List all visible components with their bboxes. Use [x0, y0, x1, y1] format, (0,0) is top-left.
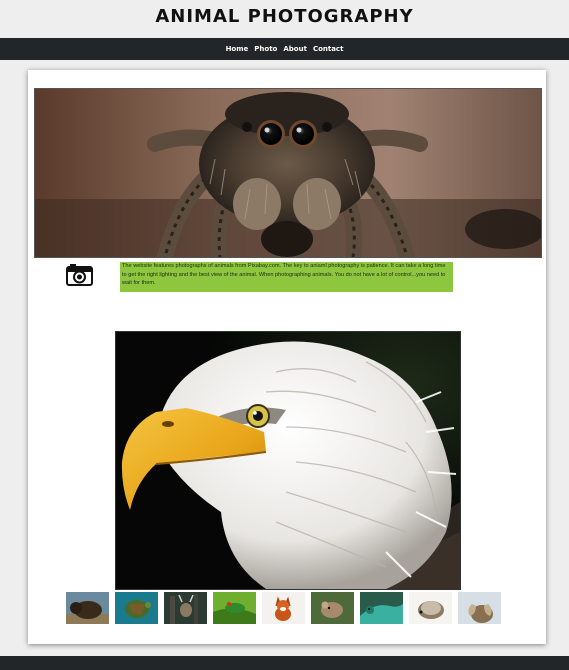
thumbnail-bison[interactable] [66, 592, 109, 624]
footer-bar [0, 656, 569, 670]
thumbnail-strip [66, 592, 507, 624]
nav-contact[interactable]: Contact [313, 45, 344, 53]
thumbnail-turtle[interactable] [115, 592, 158, 624]
thumbnail-ram[interactable] [458, 592, 501, 624]
thumbnail-mouse[interactable] [311, 592, 354, 624]
site-title: ANIMAL PHOTOGRAPHY [155, 6, 414, 27]
content-card: The website features photographs of anim… [28, 70, 546, 644]
thumbnail-hedgehog[interactable] [409, 592, 452, 624]
thumbnail-lizard[interactable] [360, 592, 403, 624]
featured-image-eagle [115, 331, 461, 590]
thumbnail-frog[interactable] [213, 592, 256, 624]
nav-about[interactable]: About [283, 45, 307, 53]
nav-home[interactable]: Home [226, 45, 249, 53]
thumbnail-deer[interactable] [164, 592, 207, 624]
thumbnail-fox[interactable] [262, 592, 305, 624]
hero-image-spider [34, 88, 542, 258]
intro-description: The website features photographs of anim… [120, 262, 453, 292]
camera-icon [66, 263, 93, 286]
nav-photo[interactable]: Photo [254, 45, 277, 53]
main-nav: Home Photo About Contact [0, 38, 569, 60]
